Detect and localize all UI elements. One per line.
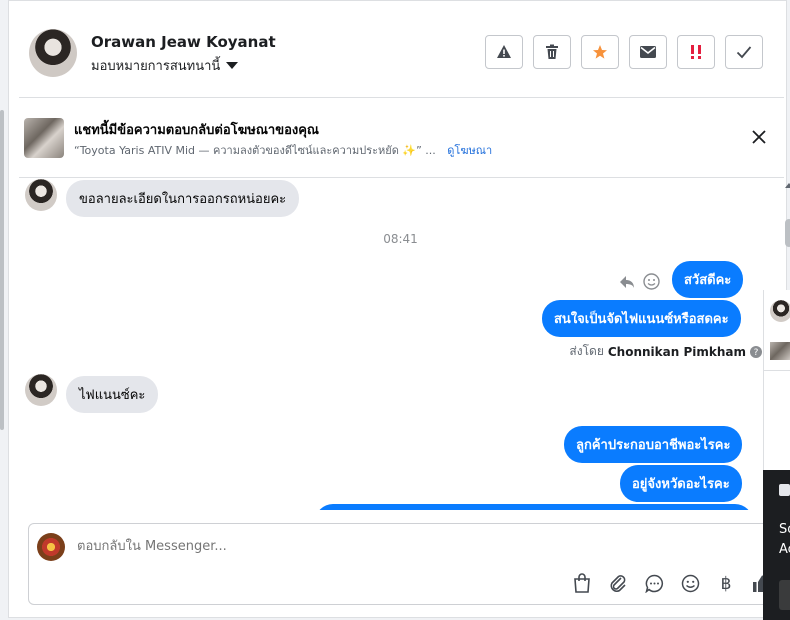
- notification-line-2: Ac: [779, 542, 790, 557]
- chevron-down-icon: [226, 62, 239, 69]
- mark-done-button[interactable]: [725, 35, 763, 69]
- message-thread: ขอลายละเอียดในการออกรถหน่อยคะ 08:41 สวัส…: [19, 178, 782, 510]
- svg-text:฿: ฿: [721, 574, 732, 593]
- mark-unread-button[interactable]: [629, 35, 667, 69]
- outgoing-message-partial: [315, 504, 753, 510]
- mail-icon: [640, 46, 656, 58]
- check-icon: [736, 46, 752, 59]
- scroll-up-arrow-icon[interactable]: [783, 181, 790, 189]
- close-banner-button[interactable]: [752, 129, 766, 148]
- shopping-bag-icon[interactable]: [571, 572, 593, 594]
- popover-divider: [764, 370, 790, 371]
- side-popover: [763, 290, 790, 470]
- conversation-header: Orawan Jeaw Koyanat มอบหมายการสนทนานี้: [19, 9, 784, 98]
- outgoing-message[interactable]: อยู่จังหวัดอะไรคะ: [620, 465, 742, 502]
- paperclip-icon[interactable]: [607, 572, 629, 594]
- incoming-message[interactable]: ไฟแนนซ์คะ: [66, 376, 159, 413]
- contact-name[interactable]: Orawan Jeaw Koyanat: [91, 33, 276, 51]
- sent-by-label: ส่งโดย Chonnikan Pimkham ?: [569, 342, 762, 361]
- notification-thumbnail: [779, 484, 790, 496]
- star-icon: [593, 45, 607, 59]
- side-notification[interactable]: So Ac: [763, 470, 790, 620]
- contact-avatar-small: [25, 179, 57, 211]
- page-avatar: [37, 533, 65, 561]
- sent-by-prefix: ส่งโดย: [569, 344, 604, 358]
- header-actions: [485, 35, 763, 69]
- popover-ad-thumbnail[interactable]: [770, 342, 790, 360]
- sender-name: Chonnikan Pimkham: [607, 344, 746, 359]
- help-icon[interactable]: ?: [750, 345, 762, 358]
- star-button[interactable]: [581, 35, 619, 69]
- view-ad-link[interactable]: ดูโฆษณา: [447, 144, 492, 157]
- contact-avatar[interactable]: [29, 29, 77, 77]
- urgent-button[interactable]: [677, 35, 715, 69]
- delete-button[interactable]: [533, 35, 571, 69]
- outgoing-message[interactable]: สวัสดีคะ: [672, 261, 744, 298]
- reply-input[interactable]: [75, 538, 679, 555]
- ad-description-text: “Toyota Yaris ATIV Mid — ความลงตัวของดีไ…: [74, 144, 436, 157]
- ad-reply-banner: แชทนี้มีข้อความตอบกลับต่อโฆษณาของคุณ “To…: [19, 99, 784, 178]
- assign-label: มอบหมายการสนทนานี้: [91, 59, 221, 74]
- reply-icon[interactable]: [619, 274, 635, 293]
- notification-button[interactable]: [779, 580, 790, 610]
- incoming-message[interactable]: ขอลายละเอียดในการออกรถหน่อยคะ: [66, 180, 300, 217]
- urgent-icon: [691, 45, 701, 59]
- emoji-icon[interactable]: [679, 572, 701, 594]
- warning-icon: [497, 45, 511, 58]
- react-emoji-icon[interactable]: [643, 273, 660, 294]
- composer-tools: ฿: [571, 572, 773, 594]
- outgoing-message[interactable]: สนใจเป็นจัดไฟแนนซ์หรือสดคะ: [542, 300, 741, 337]
- baht-icon[interactable]: ฿: [715, 572, 737, 594]
- chat-bubble-icon[interactable]: [643, 572, 665, 594]
- contact-avatar-small: [25, 374, 57, 406]
- trash-icon: [546, 44, 558, 59]
- assign-conversation-dropdown[interactable]: มอบหมายการสนทนานี้: [91, 55, 239, 76]
- ad-banner-title: แชทนี้มีข้อความตอบกลับต่อโฆษณาของคุณ: [74, 123, 319, 138]
- outgoing-message[interactable]: ลูกค้าประกอบอาชีพอะไรคะ: [564, 426, 743, 463]
- svg-text:?: ?: [754, 348, 759, 358]
- scroll-thumb[interactable]: [785, 219, 790, 247]
- notification-line-1: So: [779, 522, 790, 537]
- close-icon: [752, 130, 766, 144]
- left-edge-scroll: [0, 110, 4, 430]
- popover-avatar[interactable]: [770, 300, 790, 322]
- ad-banner-description: “Toyota Yaris ATIV Mid — ความลงตัวของดีไ…: [74, 141, 492, 159]
- report-button[interactable]: [485, 35, 523, 69]
- ad-thumbnail: [24, 118, 64, 158]
- message-composer: ฿: [28, 523, 784, 605]
- conversation-panel: Orawan Jeaw Koyanat มอบหมายการสนทนานี้ แ…: [8, 0, 790, 618]
- message-timestamp: 08:41: [383, 232, 418, 246]
